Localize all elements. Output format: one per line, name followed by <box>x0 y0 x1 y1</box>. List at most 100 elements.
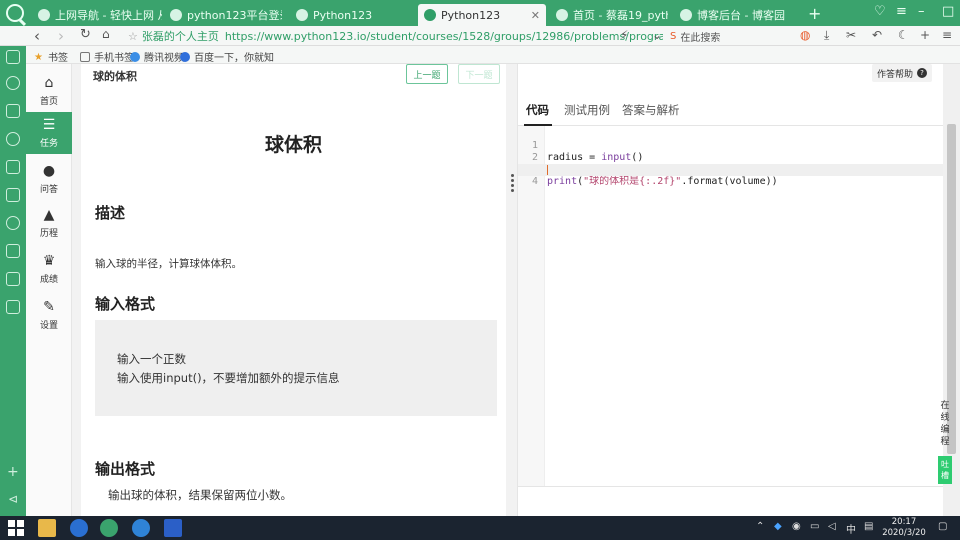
star-icon[interactable]: ☆ <box>128 30 138 43</box>
file-icon[interactable] <box>6 272 20 286</box>
nav-label: 任务 <box>39 139 58 149</box>
history-icon[interactable] <box>6 188 20 202</box>
editor-footer <box>518 486 944 516</box>
input-format-box: 输入一个正数 输入使用input()，不要增加额外的提示信息 <box>95 320 497 416</box>
windows-start-icon[interactable] <box>8 520 24 536</box>
close-icon[interactable]: ✕ <box>531 9 540 22</box>
menu-icon[interactable]: ≡ <box>896 4 907 19</box>
task-icon: ☰ <box>42 117 56 133</box>
browser-tab[interactable]: Python123 <box>290 4 410 26</box>
url-input[interactable]: ☆ 张磊的个人主页 https://www.python123.io/stude… <box>128 27 663 45</box>
bookmark-label: 书签 <box>48 53 68 64</box>
code-line[interactable]: 1 radius = input() <box>518 128 944 163</box>
nav-item-task[interactable]: ☰ 任务 <box>26 112 72 154</box>
answer-help-button[interactable]: 作答帮助? <box>872 64 932 82</box>
tree-icon: ▲ <box>43 207 55 223</box>
volume-icon[interactable]: ◁ <box>828 521 836 532</box>
browser-tab[interactable]: 上网导航 - 轻快上网 从这里开 <box>32 4 162 26</box>
night-mode-icon[interactable]: ☾ <box>898 28 909 42</box>
more-icon[interactable]: ≡ <box>942 28 952 42</box>
search-input[interactable]: S 在此搜索 <box>670 28 790 44</box>
nav-item-history[interactable]: ▲ 历程 <box>26 202 72 244</box>
maximize-icon[interactable]: □ <box>942 4 954 19</box>
prev-problem-button[interactable]: 上一题 <box>406 64 448 84</box>
next-problem-button[interactable]: 下一题 <box>458 64 500 84</box>
wrench-icon: ✎ <box>43 299 55 315</box>
browser-tab[interactable]: 博客后台 - 博客园 <box>674 4 792 26</box>
browser-tab-active[interactable]: Python123 ✕ <box>418 4 546 26</box>
nav-item-scores[interactable]: ♛ 成绩 <box>26 248 72 290</box>
sidebar-icon[interactable] <box>6 50 20 64</box>
tab-favicon-icon <box>424 9 436 21</box>
browser-task-icon[interactable] <box>70 519 88 537</box>
bookmark-item[interactable]: 手机书签 <box>80 49 134 64</box>
network-icon[interactable]: ▭ <box>810 521 819 532</box>
add-icon[interactable]: + <box>7 464 19 480</box>
browser-sidebar: + ⊲ <box>0 46 26 516</box>
plus-icon[interactable]: + <box>920 28 930 42</box>
nav-item-home[interactable]: ⌂ 首页 <box>26 70 72 112</box>
code-pane: 作答帮助? 代码 测试用例 答案与解析 1 radius = input() 2… <box>517 64 944 516</box>
ime-indicator[interactable]: 中 <box>846 521 856 536</box>
word-icon[interactable] <box>164 519 182 537</box>
forward-icon[interactable]: › <box>58 27 64 45</box>
code-line-current[interactable]: 4 <box>518 164 944 187</box>
download-icon[interactable]: ⤓ <box>824 28 829 43</box>
file-explorer-icon[interactable] <box>38 519 56 537</box>
browser-tab[interactable]: 首页 - 蔡磊19_python - 安 <box>550 4 668 26</box>
home-icon: ⌂ <box>44 75 54 91</box>
scissors-icon[interactable]: ✂ <box>846 28 856 42</box>
tab-title: python123平台登录 - 搜狗 <box>187 9 282 22</box>
home-icon[interactable]: ⌂ <box>102 27 110 41</box>
question-icon: ? <box>917 68 927 78</box>
input-format-line: 输入一个正数 <box>117 352 186 366</box>
code-line[interactable]: 2 volume =(4/3*3.1415*eval(radius)*eval(… <box>518 140 944 175</box>
browser-logo-icon[interactable] <box>6 4 24 22</box>
bookmark-item[interactable]: 腾讯视频 <box>130 49 184 64</box>
minimize-icon[interactable]: – <box>918 4 925 19</box>
mail-icon[interactable] <box>6 300 20 314</box>
code-editor[interactable]: 1 radius = input() 2 volume =(4/3*3.1415… <box>518 126 944 486</box>
star-icon[interactable] <box>6 76 20 90</box>
search-icon[interactable] <box>6 132 20 146</box>
bookmark-item[interactable]: ★ 书签 <box>34 49 68 65</box>
online-coding-tab[interactable]: 在线编程 <box>938 400 952 450</box>
nav-item-settings[interactable]: ✎ 设置 <box>26 294 72 336</box>
tab-code[interactable]: 代码 <box>526 102 549 118</box>
refresh-icon[interactable]: ↻ <box>80 27 91 42</box>
skin-icon[interactable]: ♡ <box>874 4 886 19</box>
problem-pane: 球的体积 上一题 下一题 球体积 描述 输入球的半径，计算球体体积。 输入格式 … <box>72 64 516 516</box>
back-icon[interactable]: ‹ <box>34 27 40 45</box>
tab-title: Python123 <box>313 8 373 22</box>
chevron-up-icon[interactable]: ⌃ <box>756 521 764 532</box>
app-tray-icon[interactable]: ◉ <box>792 521 801 532</box>
chat-app-icon[interactable] <box>132 519 150 537</box>
notification-icon[interactable]: ▢ <box>938 521 947 532</box>
chat-icon[interactable] <box>6 216 20 230</box>
chevron-down-icon[interactable]: ⌄ <box>652 28 662 42</box>
collapse-icon[interactable]: ⊲ <box>8 492 18 506</box>
note-icon[interactable] <box>6 160 20 174</box>
system-clock[interactable]: 20:17 2020/3/20 <box>878 517 930 539</box>
nav-label: 设置 <box>39 321 58 331</box>
tab-answer[interactable]: 答案与解析 <box>622 102 680 118</box>
game-icon[interactable]: ◍ <box>800 28 810 42</box>
book-icon[interactable] <box>6 104 20 118</box>
keyboard-icon[interactable]: ▤ <box>864 521 873 532</box>
tab-test-cases[interactable]: 测试用例 <box>564 102 610 118</box>
shield-icon[interactable]: ◆ <box>774 521 782 532</box>
pane-splitter-handle[interactable] <box>511 172 515 196</box>
code-line[interactable]: 3 print("球的体积是{:.2f}".format(volume)) <box>518 152 944 187</box>
undo-icon[interactable]: ↶ <box>872 28 882 42</box>
problem-card: 球的体积 上一题 下一题 球体积 描述 输入球的半径，计算球体体积。 输入格式 … <box>81 64 506 516</box>
sogou-browser-icon[interactable] <box>100 519 118 537</box>
lightning-icon[interactable]: ⚡ <box>620 28 628 42</box>
feedback-tab[interactable]: 吐槽 <box>938 456 952 484</box>
app-nav: ⌂ 首页 ☰ 任务 ● 问答 ▲ 历程 ♛ 成绩 ✎ 设置 <box>26 64 72 516</box>
code-line-text: print("球的体积是{:.2f}".format(volume)) <box>547 176 778 187</box>
browser-tab[interactable]: python123平台登录 - 搜狗 <box>164 4 282 26</box>
new-tab-button[interactable]: + <box>808 4 821 23</box>
nav-item-qa[interactable]: ● 问答 <box>26 158 72 200</box>
cart-icon[interactable] <box>6 244 20 258</box>
bookmark-item[interactable]: 百度一下，你就知 <box>180 49 274 64</box>
